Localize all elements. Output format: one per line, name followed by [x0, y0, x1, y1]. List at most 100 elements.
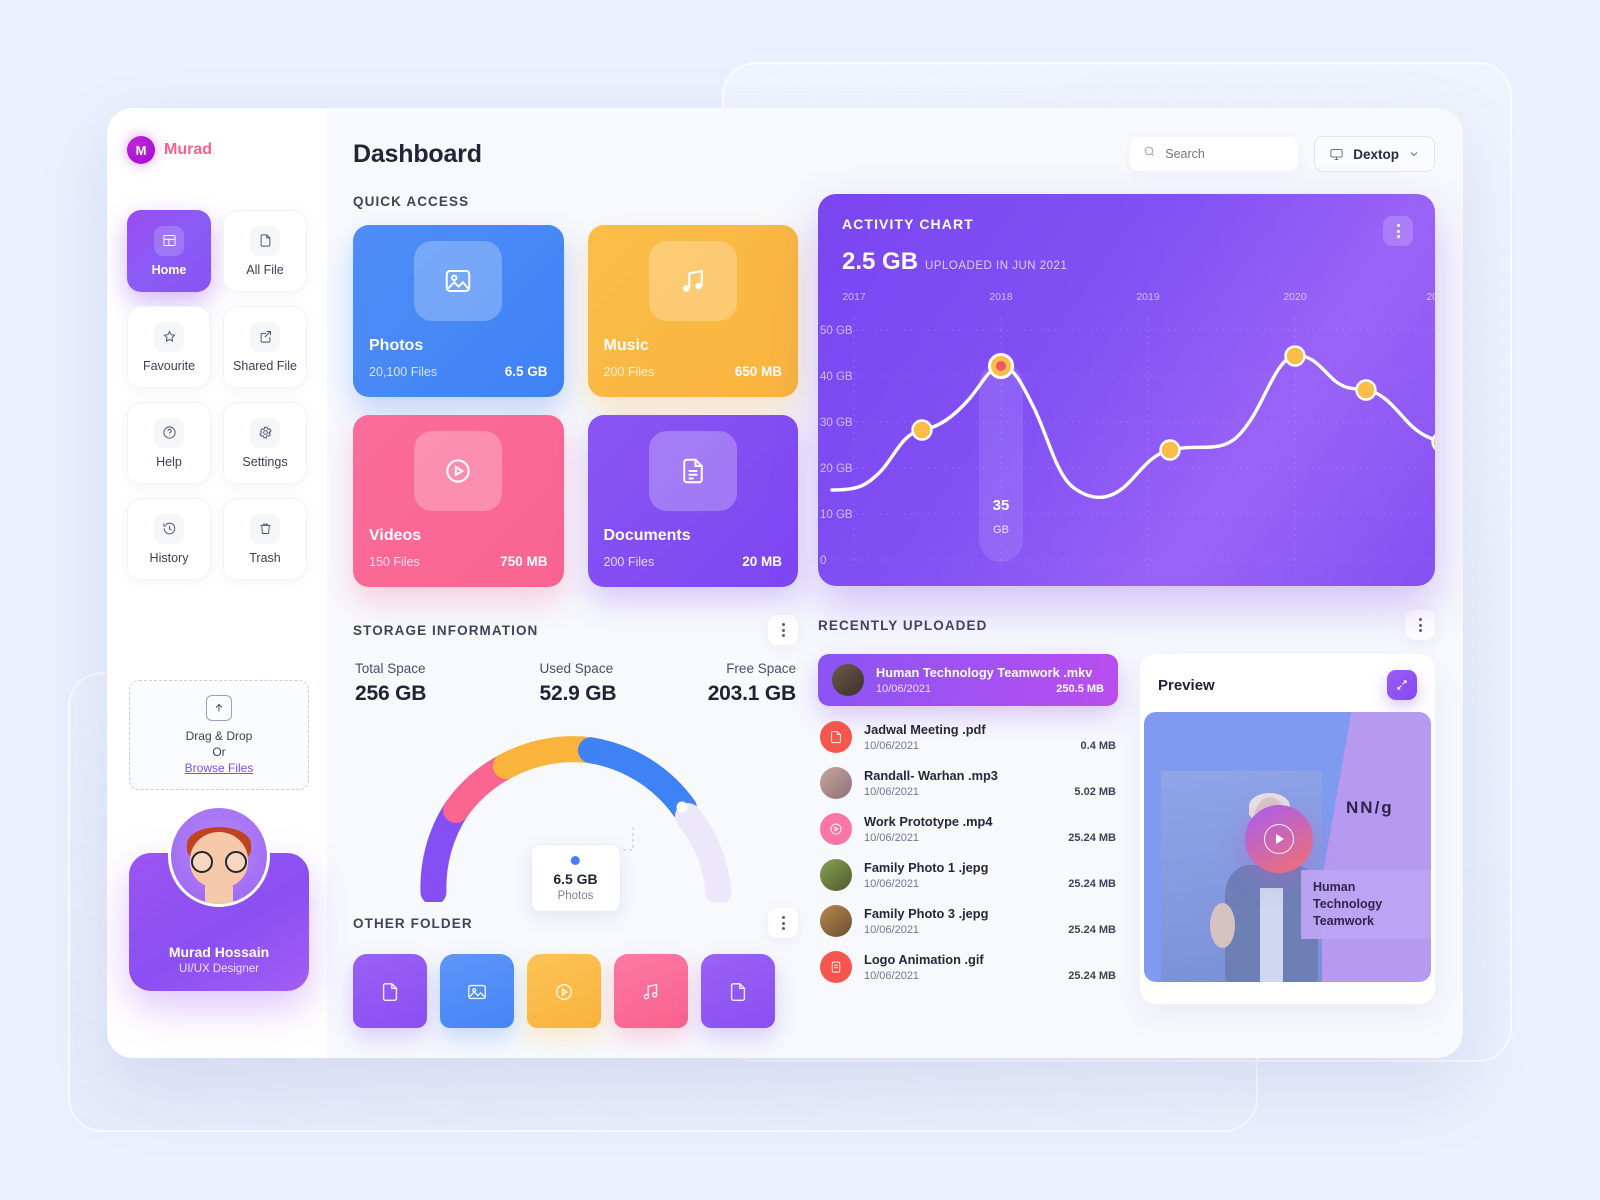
quick-access-grid: Photos 20,100 Files 6.5 GB Music 200 Fil… [353, 225, 798, 587]
profile-card[interactable]: Murad Hossain UI/UX Designer [129, 805, 309, 991]
quick-access-card-videos[interactable]: Videos 150 Files 750 MB [353, 415, 564, 587]
page-root: M Murad Home All File Favourite Shared F… [0, 0, 1600, 1200]
recently-uploaded-more-options-button[interactable] [1405, 610, 1435, 640]
storage-more-options-button[interactable] [768, 615, 798, 645]
search-input[interactable] [1165, 147, 1286, 161]
list-item[interactable]: Work Prototype .mp4 10/06/2021 25.24 MB [818, 806, 1118, 852]
quick-access-card-name: Videos [369, 527, 422, 544]
chart-point[interactable] [1159, 439, 1181, 461]
music-icon [648, 241, 737, 321]
sidebar-item-settings[interactable]: Settings [223, 402, 307, 484]
sidebar-item-history[interactable]: History [127, 498, 211, 580]
file-size: 250.5 MB [1056, 683, 1104, 695]
x-tick-label: 2021 [1426, 291, 1435, 303]
file-size: 0.4 MB [1080, 740, 1116, 752]
list-item[interactable]: Family Photo 3 .jepg 10/06/2021 25.24 MB [818, 898, 1118, 944]
image-icon [468, 985, 486, 1000]
sidebar-item-label: Trash [249, 550, 281, 565]
recently-uploaded-list: Human Technology Teamwork .mkv 10/06/202… [818, 654, 1118, 1004]
file-name: Work Prototype .mp4 [864, 814, 993, 829]
file-name: Human Technology Teamwork .mkv [876, 665, 1093, 680]
file-avatar [820, 859, 852, 891]
search-box[interactable] [1130, 137, 1299, 171]
y-tick-label: 50 GB [820, 325, 853, 337]
file-avatar [820, 767, 852, 799]
profile-role: UI/UX Designer [179, 963, 259, 975]
document-icon [648, 431, 737, 511]
chart-point[interactable] [911, 419, 933, 441]
quick-access-card-files: 200 Files [603, 365, 655, 379]
list-item[interactable]: Logo Animation .gif 10/06/2021 25.24 MB [818, 944, 1118, 990]
quick-access-card-size: 650 MB [734, 364, 782, 379]
right-column: ACTIVITY CHART 2.5 GB UPLOADED IN JUN 20… [818, 194, 1435, 1028]
x-tick-label: 2020 [1283, 291, 1307, 303]
play-icon [1263, 823, 1294, 854]
activity-chart-card: ACTIVITY CHART 2.5 GB UPLOADED IN JUN 20… [818, 194, 1435, 586]
preview-play-button[interactable] [1244, 804, 1313, 873]
sidebar-item-favourite[interactable]: Favourite [127, 306, 211, 388]
other-folder-more-options-button[interactable] [768, 908, 798, 938]
content-columns: QUICK ACCESS Photos 20,100 Files 6.5 GB [353, 194, 1435, 1028]
file-avatar [832, 664, 864, 696]
sidebar-item-trash[interactable]: Trash [223, 498, 307, 580]
quick-access-card-files: 200 Files [603, 555, 655, 569]
activity-chart-value: 2.5 GB [842, 248, 919, 275]
music-icon [643, 984, 658, 1000]
stat-label: Free Space [726, 661, 796, 676]
activity-chart-caption: UPLOADED IN JUN 2021 [925, 260, 1068, 272]
quick-access-card-photos[interactable]: Photos 20,100 Files 6.5 GB [353, 225, 564, 397]
list-item[interactable]: Family Photo 1 .jepg 10/06/2021 25.24 MB [818, 852, 1118, 898]
quick-access-card-files: 150 Files [369, 555, 420, 569]
quick-access-card-documents[interactable]: Documents 200 Files 20 MB [587, 415, 798, 587]
quick-access-card-music[interactable]: Music 200 Files 650 MB [587, 225, 798, 397]
upload-icon [206, 695, 232, 721]
other-folder-card[interactable] [701, 954, 775, 1028]
stat-value: 52.9 GB [539, 682, 617, 705]
dashboard-icon [154, 225, 184, 256]
quick-access-card-name: Documents [603, 527, 691, 544]
file-name: Family Photo 1 .jepg [864, 860, 989, 875]
chart-point[interactable] [1284, 345, 1306, 367]
recently-uploaded-title: RECENTLY UPLOADED [818, 617, 988, 633]
chart-marker-unit: GB [993, 524, 1009, 536]
chart-marker-value: 35 [993, 497, 1010, 514]
file-date: 10/06/2021 [876, 683, 932, 695]
browse-files-link[interactable]: Browse Files [185, 761, 254, 775]
other-folder-card[interactable] [440, 954, 514, 1028]
quick-access-card-size: 750 MB [500, 554, 548, 569]
list-item[interactable]: Randall- Warhan .mp3 10/06/2021 5.02 MB [818, 760, 1118, 806]
sidebar-item-help[interactable]: Help [127, 402, 211, 484]
sidebar-item-all-file[interactable]: All File [223, 210, 307, 292]
trash-icon [250, 513, 280, 544]
share-icon [250, 321, 280, 352]
file-date: 10/06/2021 [864, 740, 920, 752]
gif-icon [820, 951, 852, 983]
upload-dropzone[interactable]: Drag & Drop Or Browse Files [129, 680, 309, 790]
help-icon [154, 417, 184, 448]
sidebar-item-home[interactable]: Home [127, 210, 211, 292]
preview-media[interactable]: NN/g Human Technology Teamwork [1144, 712, 1431, 982]
activity-chart-more-options-button[interactable] [1383, 216, 1413, 246]
file-date: 10/06/2021 [864, 786, 920, 798]
other-folder-card[interactable] [614, 954, 688, 1028]
file-size: 25.24 MB [1068, 832, 1116, 844]
file-icon [250, 225, 280, 256]
other-folder-card[interactable] [527, 954, 601, 1028]
brand-name: Murad [164, 141, 212, 158]
sidebar-item-shared-file[interactable]: Shared File [223, 306, 307, 388]
device-selector[interactable]: Dextop [1314, 136, 1435, 172]
gauge-handle[interactable] [676, 801, 687, 813]
play-icon [820, 813, 852, 845]
quick-access-card-name: Music [603, 337, 649, 354]
quick-access-header: QUICK ACCESS [353, 194, 798, 209]
chart-point[interactable] [1431, 433, 1436, 452]
list-item[interactable]: Jadwal Meeting .pdf 10/06/2021 0.4 MB [818, 714, 1118, 760]
list-item[interactable]: Human Technology Teamwork .mkv 10/06/202… [818, 654, 1118, 706]
preview-caption: Human Technology Teamwork [1301, 870, 1431, 939]
chart-point[interactable] [1355, 379, 1377, 401]
other-folder-card[interactable] [353, 954, 427, 1028]
search-icon [1143, 145, 1156, 163]
sidebar-item-label: Favourite [142, 358, 196, 373]
preview-expand-button[interactable] [1387, 670, 1417, 700]
device-label: Dextop [1353, 146, 1399, 162]
